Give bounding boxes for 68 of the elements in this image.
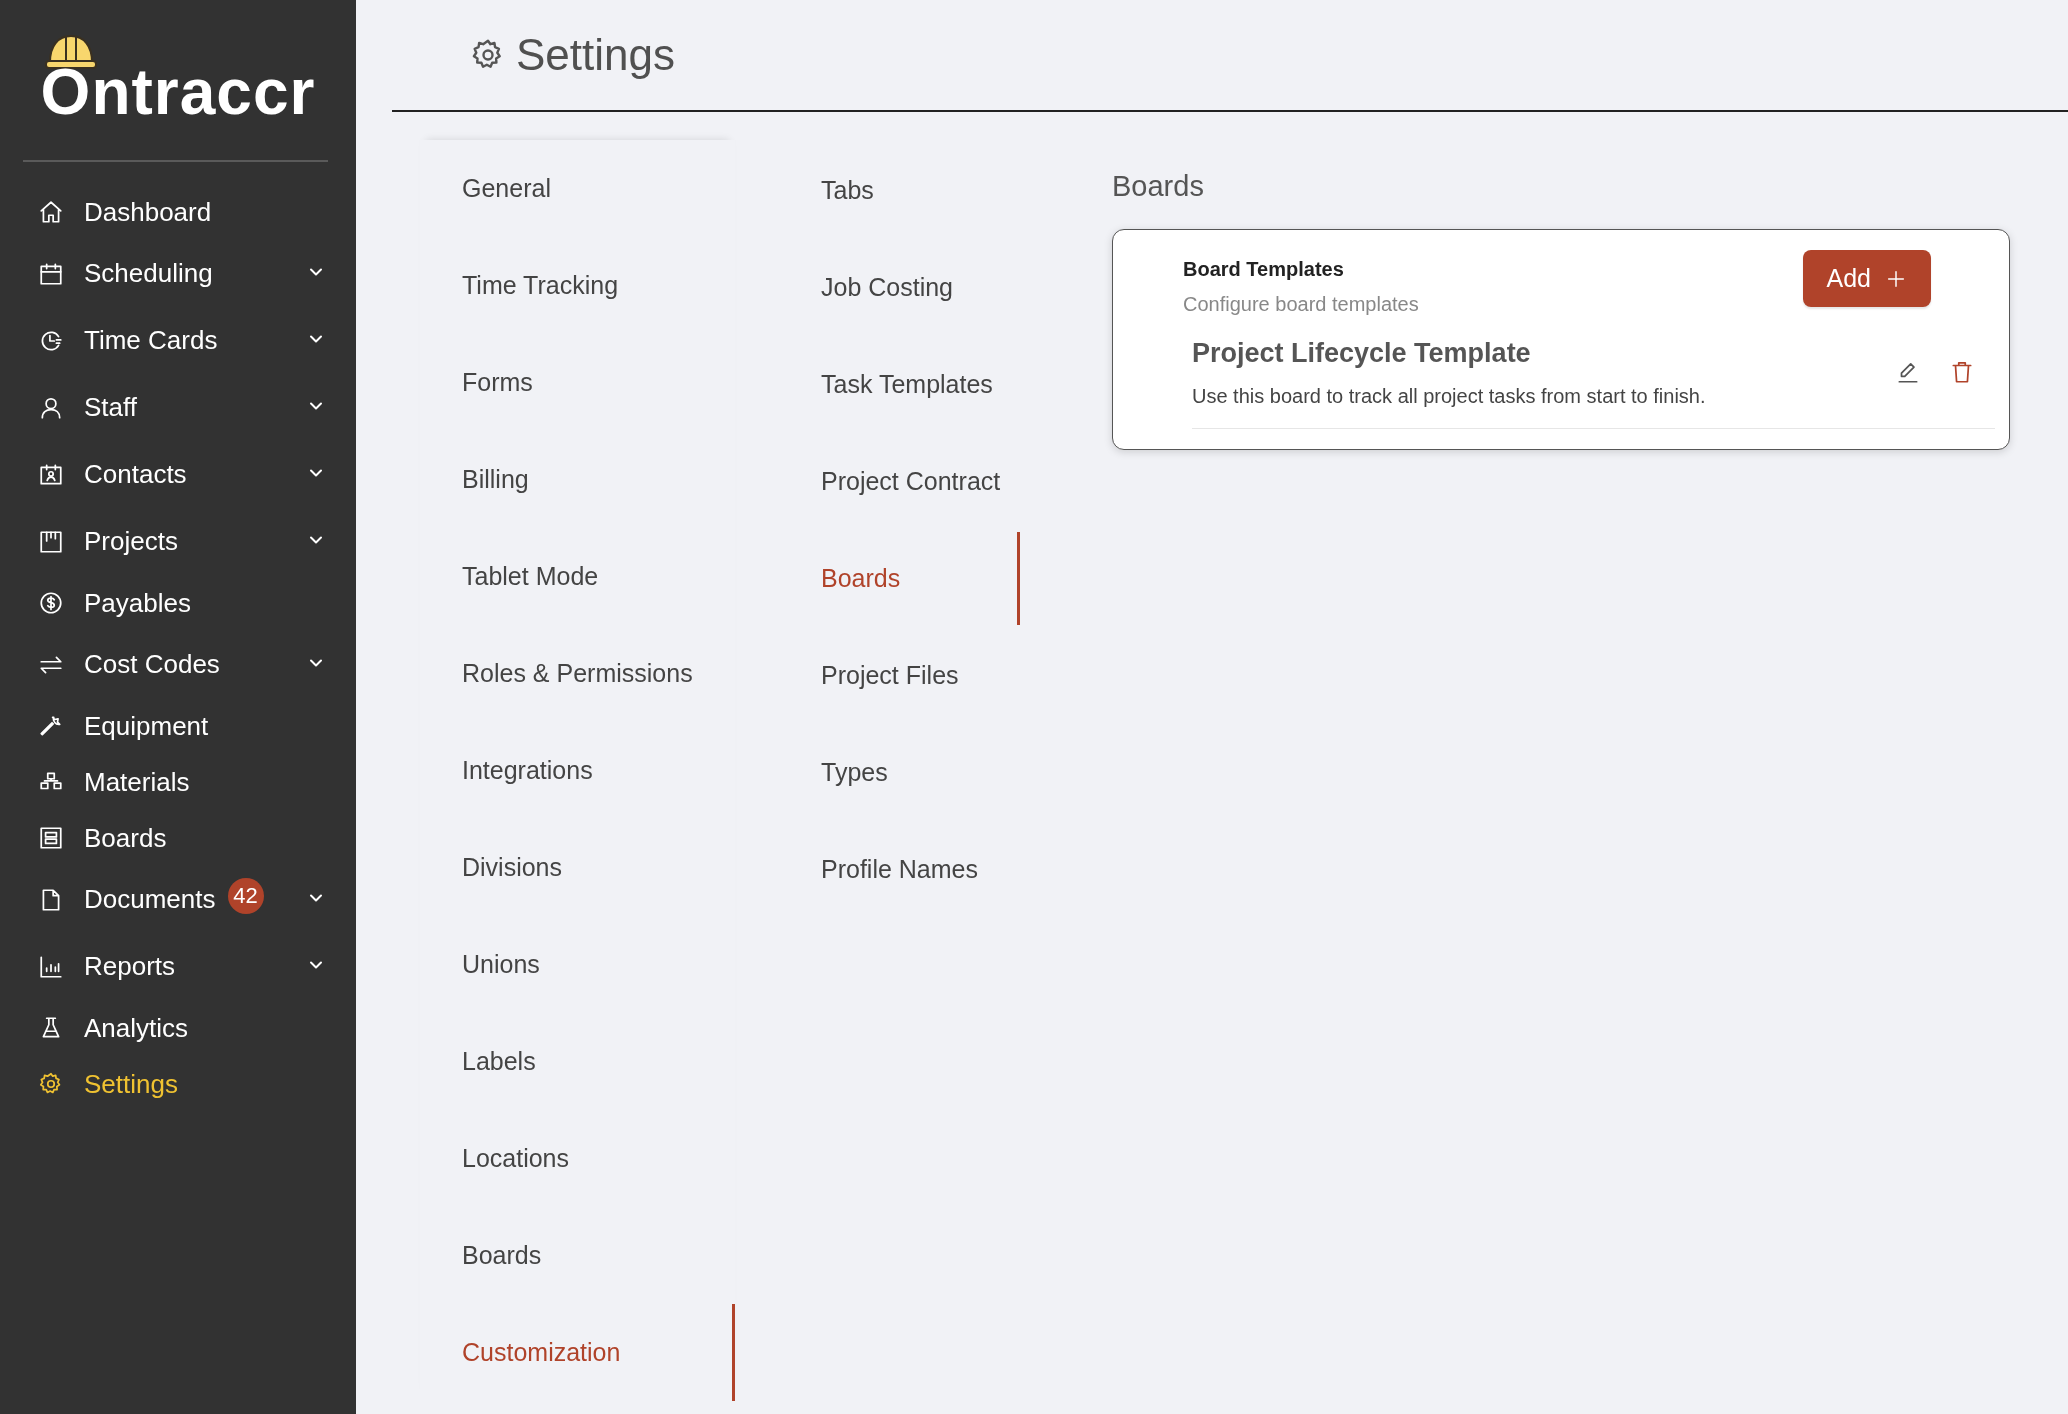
settings-menu-item[interactable]: Roles & Permissions: [420, 625, 735, 722]
settings-menu-item[interactable]: Time Tracking: [420, 237, 735, 334]
sidebar-label: Materials: [84, 766, 190, 798]
board-columns-icon: [38, 528, 64, 555]
sidebar-item[interactable]: Contacts: [0, 441, 356, 508]
sidebar-label: Staff: [84, 392, 137, 423]
settings-menu-item[interactable]: Labels: [420, 1013, 735, 1110]
submenu-item[interactable]: Tabs: [735, 144, 1020, 237]
submenu-item[interactable]: Project Contract: [735, 435, 1020, 528]
template-name: Project Lifecycle Template: [1192, 338, 1532, 369]
sidebar-item[interactable]: Documents 42: [0, 866, 356, 933]
sidebar-item[interactable]: Dashboard: [0, 184, 356, 240]
hard-hat-icon: [44, 32, 98, 70]
sidebar-item[interactable]: Projects: [0, 508, 356, 575]
app-logo: Ontraccr: [40, 55, 316, 129]
sidebar-label: Time Cards: [84, 325, 218, 356]
sidebar-item[interactable]: Scheduling: [0, 240, 356, 307]
sidebar-item[interactable]: Payables: [0, 575, 356, 631]
sidebar-label: Projects: [84, 526, 178, 557]
sidebar-item[interactable]: Analytics: [0, 1000, 356, 1056]
card-subtitle: Configure board templates: [1183, 293, 1419, 316]
calendar-icon: [38, 260, 64, 287]
settings-menu-item[interactable]: Locations: [420, 1110, 735, 1207]
settings-menu-item[interactable]: Unions: [420, 916, 735, 1013]
settings-menu-item[interactable]: Boards: [420, 1207, 735, 1304]
sidebar-label: Documents: [84, 884, 216, 915]
sidebar-item[interactable]: Settings: [0, 1056, 356, 1112]
bar-chart-icon: [38, 953, 64, 980]
submenu-item[interactable]: Boards: [735, 532, 1020, 625]
sidebar-label: Scheduling: [84, 258, 213, 289]
sidebar-label: Cost Codes: [84, 649, 220, 680]
template-description: Use this board to track all project tasks from start to finish.: [1192, 385, 1706, 408]
sidebar-label: Analytics: [84, 1012, 189, 1044]
sidebar-label: Contacts: [84, 459, 187, 490]
sidebar-item[interactable]: Time Cards: [0, 307, 356, 374]
card-title: Board Templates: [1183, 258, 1345, 281]
sidebar-label: Equipment: [84, 710, 209, 742]
home-icon: [38, 199, 64, 225]
sidebar-item[interactable]: Materials: [0, 754, 356, 810]
sidebar-item[interactable]: Staff: [0, 374, 356, 441]
sidebar-item[interactable]: Reports: [0, 933, 356, 1000]
sidebar-label: Boards: [84, 822, 167, 854]
submenu-item[interactable]: Profile Names: [735, 823, 1020, 916]
submenu-item[interactable]: Types: [735, 726, 1020, 819]
sidebar-label: Dashboard: [84, 196, 212, 228]
settings-menu-item[interactable]: Customization: [420, 1304, 735, 1401]
contact-card-icon: [38, 461, 64, 488]
submenu-item[interactable]: Task Templates: [735, 338, 1020, 431]
page-title: Settings: [516, 30, 675, 80]
count-badge: 42: [227, 877, 264, 914]
sidebar-label: Reports: [84, 951, 176, 982]
section-heading: Boards: [1112, 170, 1205, 203]
sidebar-item[interactable]: Boards: [0, 810, 356, 866]
settings-menu-item[interactable]: Integrations: [420, 722, 735, 819]
sidebar-item[interactable]: Equipment: [0, 698, 356, 754]
add-button[interactable]: Add: [1802, 250, 1931, 307]
list-board-icon: [38, 825, 64, 851]
settings-menu-item[interactable]: Divisions: [420, 819, 735, 916]
submenu-item[interactable]: Project Files: [735, 629, 1020, 722]
sidebar-item[interactable]: Cost Codes: [0, 631, 356, 698]
submenu-item[interactable]: Job Costing: [735, 241, 1020, 334]
settings-menu-item[interactable]: General: [420, 140, 735, 237]
settings-menu-item[interactable]: Tablet Mode: [420, 528, 735, 625]
sidebar-label: Settings: [84, 1068, 178, 1100]
settings-menu-item[interactable]: Billing: [420, 431, 735, 528]
settings-menu-item[interactable]: Forms: [420, 334, 735, 431]
sidebar-label: Payables: [84, 587, 191, 619]
dollar-icon: [38, 590, 64, 616]
